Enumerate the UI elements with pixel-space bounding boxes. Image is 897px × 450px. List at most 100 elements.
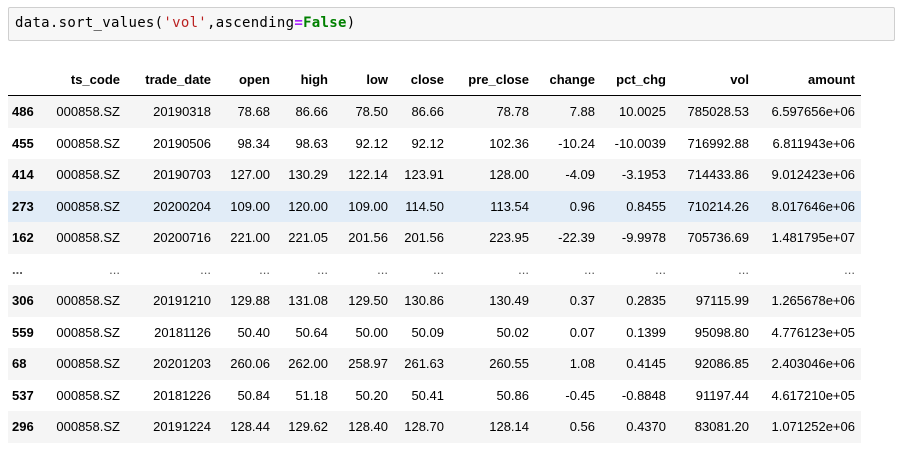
row-index: 486 (12, 104, 34, 120)
table-cell: 92.12 (411, 135, 444, 151)
row-index: 162 (12, 230, 34, 246)
row-index: 537 (12, 387, 34, 403)
table-cell: 78.78 (496, 104, 529, 120)
table-cell: 223.95 (489, 230, 529, 246)
column-header: open (217, 63, 276, 96)
table-cell: 221.00 (230, 230, 270, 246)
column-header: low (334, 63, 394, 96)
table-row: 486 000858.SZ 20190318 78.68 86.66 78.50 86.66… (8, 95, 861, 128)
table-cell: 4.617210e+05 (771, 387, 855, 403)
table-cell: 705736.69 (687, 230, 749, 246)
table-cell: 7.88 (569, 104, 595, 120)
dataframe-output-table: ts_code trade_date open high low close p… (8, 63, 861, 443)
table-cell: 129.62 (288, 419, 328, 435)
table-cell: 20190318 (153, 104, 211, 120)
table-cell: 262.00 (288, 356, 328, 372)
table-cell: 1.08 (569, 356, 595, 372)
table-cell: 51.18 (295, 387, 328, 403)
table-cell: 0.2835 (626, 293, 666, 309)
table-cell: 20191224 (153, 419, 211, 435)
table-cell: 000858.SZ (56, 167, 120, 183)
table-cell: 1.071252e+06 (771, 419, 855, 435)
table-cell: 6.811943e+06 (772, 135, 855, 151)
index-header (8, 63, 46, 96)
table-cell: 9.012423e+06 (771, 167, 855, 183)
table-cell: 122.14 (348, 167, 388, 183)
row-index: ... (12, 261, 23, 277)
table-cell: 78.50 (355, 104, 388, 120)
row-index: 68 (12, 356, 27, 372)
table-cell: ... (655, 261, 666, 277)
table-cell: 0.4145 (626, 356, 666, 372)
code-middle: ,ascending (207, 15, 295, 31)
table-cell: ... (518, 261, 529, 277)
table-cell: 260.06 (230, 356, 270, 372)
table-cell: 8.017646e+06 (771, 198, 855, 214)
table-cell: -10.0039 (614, 135, 666, 151)
table-cell: 20200716 (153, 230, 211, 246)
table-cell: 50.20 (355, 387, 388, 403)
table-cell: 20190703 (153, 167, 211, 183)
table-cell: 109.00 (348, 198, 388, 214)
table-cell: 50.00 (355, 324, 388, 340)
table-row: 162 000858.SZ 20200716 221.00 221.05 201.56 20… (8, 222, 861, 254)
table-cell: ... (259, 261, 270, 277)
table-cell: -3.1953 (621, 167, 666, 183)
table-cell: 20190506 (153, 135, 211, 151)
table-cell: 130.86 (404, 293, 444, 309)
table-cell: 20181226 (153, 387, 211, 403)
row-index: 296 (12, 419, 34, 435)
table-cell: 000858.SZ (56, 293, 120, 309)
table-ellipsis-row: .................................... (8, 253, 861, 285)
table-cell: -0.8848 (621, 387, 666, 403)
table-cell: 0.96 (569, 198, 595, 214)
table-cell: ... (109, 261, 120, 277)
table-cell: ... (317, 261, 328, 277)
table-cell: 714433.86 (687, 167, 749, 183)
row-index: 273 (12, 198, 34, 214)
table-cell: 0.8455 (626, 198, 666, 214)
table-cell: -4.09 (565, 167, 595, 183)
table-cell: 50.41 (411, 387, 444, 403)
table-cell: -10.24 (558, 135, 595, 151)
code-line[interactable]: data.sort_values('vol',ascending=False) (15, 15, 355, 31)
table-row: 296 000858.SZ 20191224 128.44 129.62 128.40 12… (8, 411, 861, 443)
table-cell: 0.4370 (626, 419, 666, 435)
table-cell: 0.37 (569, 293, 595, 309)
table-cell: 20191210 (153, 293, 211, 309)
table-cell: ... (200, 261, 211, 277)
table-cell: 20201203 (153, 356, 211, 372)
table-cell: 98.34 (237, 135, 270, 151)
table-cell: 95098.80 (694, 324, 749, 340)
row-index: 306 (12, 293, 34, 309)
column-header: high (276, 63, 334, 96)
table-cell: 130.29 (288, 167, 328, 183)
code-input-cell[interactable]: data.sort_values('vol',ascending=False) (8, 7, 895, 41)
table-cell: 98.63 (295, 135, 328, 151)
column-header: amount (755, 63, 861, 96)
table-cell: 102.36 (489, 135, 529, 151)
table-row: 273 000858.SZ 20200204 109.00 120.00 109.00 11… (8, 190, 861, 222)
table-cell: 20200204 (153, 198, 211, 214)
table-row: 306 000858.SZ 20191210 129.88 131.08 129.50 13… (8, 285, 861, 317)
table-cell: 1.481795e+07 (771, 230, 855, 246)
row-index: 455 (12, 135, 34, 151)
table-cell: ... (584, 261, 595, 277)
table-cell: 0.1399 (626, 324, 666, 340)
column-header: ts_code (46, 63, 126, 96)
table-cell: ... (433, 261, 444, 277)
table-cell: 109.00 (230, 198, 270, 214)
table-cell: 000858.SZ (56, 356, 120, 372)
table-cell: 113.54 (490, 198, 529, 214)
table-cell: 130.49 (489, 293, 529, 309)
table-cell: 92.12 (355, 135, 388, 151)
table-cell: 92086.85 (694, 356, 749, 372)
code-string-arg: 'vol' (163, 15, 208, 31)
code-operator: = (294, 15, 304, 31)
table-cell: 86.66 (295, 104, 328, 120)
table-cell: 86.66 (411, 104, 444, 120)
table-row: 414 000858.SZ 20190703 127.00 130.29 122.14 12… (8, 159, 861, 191)
table-cell: 131.08 (288, 293, 328, 309)
table-cell: 201.56 (348, 230, 388, 246)
table-cell: 78.68 (237, 104, 270, 120)
